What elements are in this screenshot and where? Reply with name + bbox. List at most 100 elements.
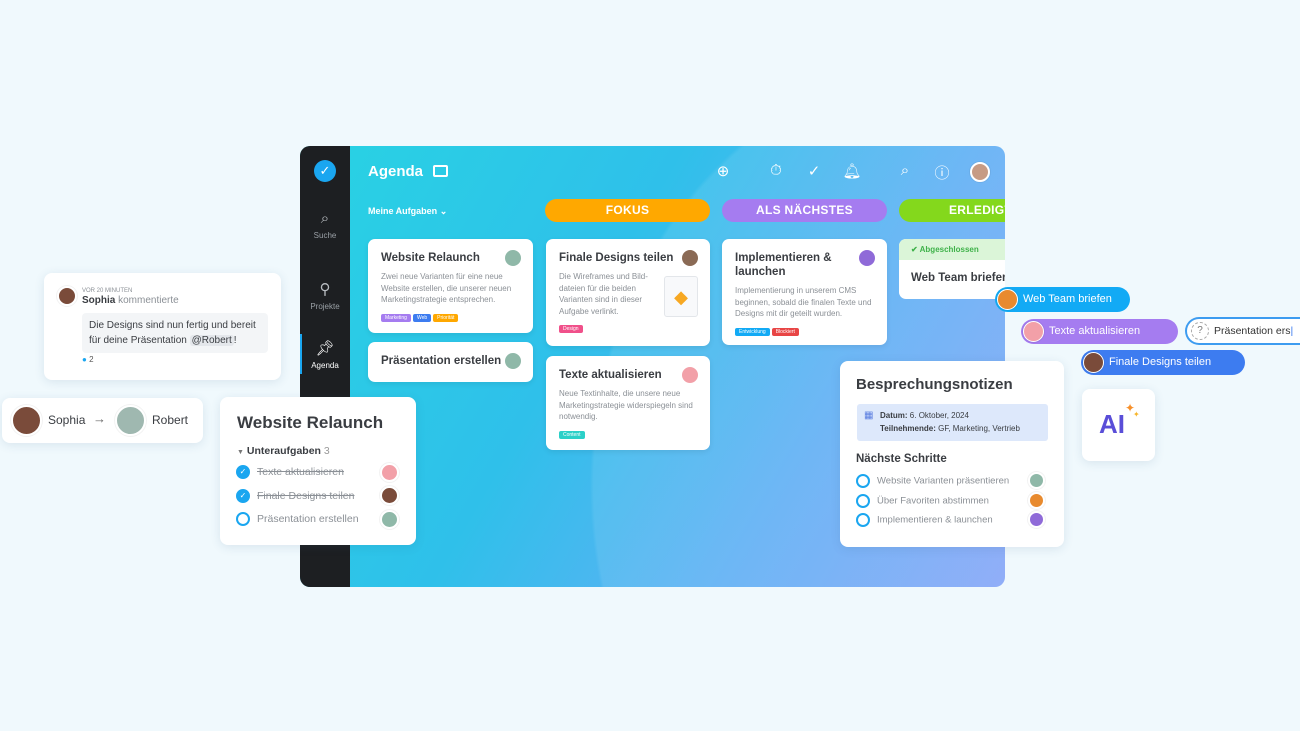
sidebar-item-agenda[interactable]: 📌︎ Agenda bbox=[300, 339, 350, 370]
task-title: Website Relaunch bbox=[381, 252, 480, 264]
subtasks-card: Website Relaunch ▼ Unteraufgaben 3 ✓ Text… bbox=[220, 397, 416, 545]
assignee-avatar bbox=[1028, 492, 1045, 509]
view-toggle-icon[interactable] bbox=[433, 165, 448, 177]
subtask-row[interactable]: ✓ Texte aktualisieren bbox=[236, 465, 344, 479]
task-card-finale-designs[interactable]: Finale Designs teilen Die Wireframes und… bbox=[546, 239, 710, 346]
people-value: GF, Marketing, Vertrieb bbox=[938, 424, 1020, 433]
step-row[interactable]: Website Varianten präsentieren bbox=[856, 474, 1009, 488]
column-fokus[interactable]: FOKUS bbox=[545, 199, 710, 222]
assignee-avatar bbox=[682, 250, 698, 266]
rocket-icon: ⚲ bbox=[319, 281, 331, 298]
tag: Design bbox=[559, 325, 583, 333]
step-row[interactable]: Über Favoriten abstimmen bbox=[856, 494, 989, 508]
chevron-down-icon: ⌄ bbox=[439, 206, 448, 216]
assignee-avatar bbox=[682, 367, 698, 383]
checkbox-unchecked[interactable] bbox=[236, 512, 250, 526]
pill-web-team-briefen[interactable]: Web Team briefen bbox=[995, 287, 1130, 312]
assignee-avatar bbox=[380, 463, 399, 482]
user-avatar[interactable] bbox=[970, 162, 990, 182]
ai-card[interactable]: AI ✦ ✦ bbox=[1082, 389, 1155, 461]
checkbox-unchecked[interactable] bbox=[856, 474, 870, 488]
assignee-avatar bbox=[859, 250, 875, 266]
mention-tag[interactable]: @Robert bbox=[189, 335, 234, 346]
ai-logo: AI bbox=[1099, 409, 1125, 439]
text-cursor: | bbox=[1290, 325, 1294, 337]
sidebar-item-suche[interactable]: ⌕ Suche bbox=[300, 210, 350, 240]
sidebar-label: Suche bbox=[313, 231, 337, 240]
tag: Entwicklung bbox=[735, 327, 770, 336]
date-label: Datum: bbox=[880, 411, 908, 420]
task-title: Implementieren & launchen bbox=[735, 252, 832, 278]
plus-circle-icon[interactable]: ⊕ bbox=[713, 162, 733, 180]
subtask-label: Texte aktualisieren bbox=[257, 465, 344, 478]
assignee-avatar bbox=[1028, 472, 1045, 489]
sketch-file-icon[interactable]: ◆ bbox=[664, 276, 698, 317]
sophia-avatar bbox=[57, 286, 77, 306]
task-card-praesentation[interactable]: Präsentation erstellen bbox=[368, 342, 533, 382]
help-icon[interactable]: ⓘ bbox=[932, 162, 952, 183]
column-als-naechstes[interactable]: ALS NÄCHSTES bbox=[722, 199, 887, 222]
people-label: Teilnehmende: bbox=[880, 424, 936, 433]
subtask-row[interactable]: ✓ Finale Designs teilen bbox=[236, 489, 354, 503]
sophia-avatar bbox=[11, 405, 42, 436]
status-label: Abgeschlossen bbox=[919, 245, 979, 254]
assignee-avatar bbox=[1083, 352, 1104, 373]
pill-label: Texte aktualisieren bbox=[1049, 325, 1141, 337]
step-label: Website Varianten präsentieren bbox=[877, 475, 1010, 487]
app-logo[interactable]: ✓ bbox=[314, 160, 336, 182]
column-erledigt[interactable]: ERLEDIGT bbox=[899, 199, 1005, 222]
steps-title: Nächste Schritte bbox=[856, 453, 947, 465]
task-card-implementieren[interactable]: Implementieren & launchen Implementierun… bbox=[722, 239, 887, 345]
task-description: Implementierung in unserem CMS beginnen,… bbox=[735, 286, 872, 318]
date-value: 6. Oktober, 2024 bbox=[909, 411, 969, 420]
checkbox-checked[interactable]: ✓ bbox=[236, 465, 250, 479]
assignee-avatar bbox=[1028, 511, 1045, 528]
step-row[interactable]: Implementieren & launchen bbox=[856, 513, 993, 527]
stopwatch-icon[interactable]: ⏱︎ bbox=[766, 162, 786, 179]
tag: Priorität bbox=[433, 313, 459, 322]
pill-label: Web Team briefen bbox=[1023, 293, 1112, 305]
comment-suffix: ! bbox=[233, 335, 237, 346]
step-label: Über Favoriten abstimmen bbox=[877, 495, 989, 507]
task-card-texte[interactable]: Texte aktualisieren Neue Textinhalte, di… bbox=[546, 356, 710, 450]
comment-action: kommentierte bbox=[118, 295, 179, 306]
subtasks-section-toggle[interactable]: ▼ Unteraufgaben 3 bbox=[237, 445, 330, 457]
checkbox-checked[interactable]: ✓ bbox=[236, 489, 250, 503]
search-icon[interactable]: ⌕ bbox=[895, 162, 915, 179]
bell-icon[interactable]: 🔔︎ bbox=[842, 162, 862, 180]
like-button[interactable]: ● 2 bbox=[82, 355, 94, 364]
tag: Content bbox=[559, 430, 585, 439]
sparkle-icon: ✦ bbox=[1133, 410, 1140, 419]
sidebar-label: Agenda bbox=[311, 361, 339, 370]
subtask-row[interactable]: Präsentation erstellen bbox=[236, 512, 359, 526]
pill-texte-aktualisieren[interactable]: Texte aktualisieren bbox=[1021, 319, 1178, 344]
card-title: Besprechungsnotizen bbox=[856, 376, 1013, 393]
pin-icon: 📌︎ bbox=[315, 340, 335, 357]
section-count: 3 bbox=[323, 445, 330, 457]
triangle-down-icon: ▼ bbox=[237, 449, 244, 456]
tag: Web bbox=[412, 313, 432, 322]
active-indicator bbox=[300, 334, 302, 374]
assignee-avatar bbox=[380, 510, 399, 529]
task-description: Neue Textinhalte, die unsere neue Market… bbox=[559, 389, 693, 421]
task-title: Finale Designs teilen bbox=[559, 252, 674, 264]
new-task-input[interactable]: ? Präsentation ers| bbox=[1185, 317, 1300, 345]
filter-dropdown[interactable]: Meine Aufgaben ⌄ bbox=[368, 206, 447, 217]
meeting-notes-card: Besprechungsnotizen ▦ Datum: 6. Oktober,… bbox=[840, 361, 1064, 547]
task-title: Web Team briefen bbox=[911, 272, 1005, 284]
task-description: Die Wireframes und Bild-dateien für die … bbox=[559, 272, 648, 316]
task-card-web-team[interactable]: ✔ Abgeschlossen Web Team briefen bbox=[899, 239, 1005, 299]
task-title: Texte aktualisieren bbox=[559, 369, 662, 381]
input-value: Präsentation ers bbox=[1214, 325, 1291, 337]
step-label: Implementieren & launchen bbox=[877, 514, 993, 526]
check-circle-icon[interactable]: ✓ bbox=[804, 162, 824, 180]
sidebar-item-projekte[interactable]: ⚲ Projekte bbox=[300, 280, 350, 311]
arrow-icon: → bbox=[93, 411, 106, 426]
pill-finale-designs-teilen[interactable]: Finale Designs teilen bbox=[1081, 350, 1245, 375]
checkbox-unchecked[interactable] bbox=[856, 494, 870, 508]
checkbox-unchecked[interactable] bbox=[856, 513, 870, 527]
unassigned-icon: ? bbox=[1191, 322, 1209, 340]
from-name: Sophia bbox=[48, 413, 86, 427]
task-card-website-relaunch[interactable]: Website Relaunch Zwei neue Varianten für… bbox=[368, 239, 533, 333]
completed-banner: ✔ Abgeschlossen bbox=[899, 239, 1005, 260]
